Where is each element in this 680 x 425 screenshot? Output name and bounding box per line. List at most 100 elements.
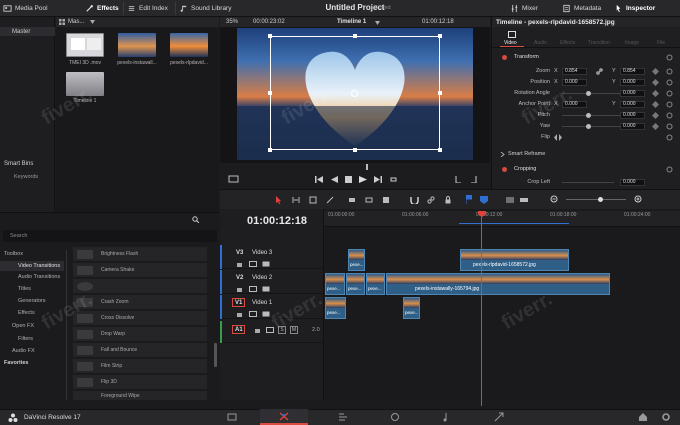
deliver-page-icon[interactable] [493, 411, 505, 423]
transform-handle[interactable] [353, 34, 357, 38]
auto-select-icon[interactable] [249, 311, 257, 317]
flag-icon[interactable] [466, 195, 472, 204]
chevron-down-icon[interactable] [90, 20, 95, 24]
track-visibility-icon[interactable] [262, 286, 270, 292]
loop-icon[interactable] [389, 175, 398, 184]
category-effects[interactable]: Effects [18, 310, 35, 316]
inspector-button[interactable]: Inspector [614, 2, 655, 15]
category-open-fx[interactable]: Open FX [12, 323, 34, 329]
timeline-timecode[interactable]: 01:00:12:18 [247, 215, 307, 227]
yaw-field[interactable]: 0.000 [620, 123, 645, 130]
scrollbar[interactable] [214, 343, 217, 367]
flip-horizontal-icon[interactable] [554, 134, 562, 141]
lock-icon[interactable] [236, 261, 243, 267]
fusion-page-icon[interactable] [389, 411, 401, 423]
video-frame[interactable] [237, 28, 473, 160]
media-clip[interactable]: TMEI 3D .mov [60, 33, 110, 67]
link-icon[interactable] [596, 68, 603, 75]
home-icon[interactable] [637, 411, 649, 423]
media-clip[interactable]: pexels-instawall... [112, 33, 162, 67]
enable-dot[interactable] [502, 55, 507, 60]
lock-icon[interactable] [254, 327, 261, 333]
transform-handle[interactable] [268, 148, 272, 152]
tab-image[interactable]: Image [622, 30, 646, 47]
lock-icon[interactable] [236, 311, 243, 317]
skip-to-start-icon[interactable] [315, 176, 323, 183]
keyframe-icon[interactable] [652, 101, 659, 108]
effect-item[interactable]: Drop Warp [73, 327, 207, 342]
playhead-line[interactable] [481, 216, 482, 406]
transform-handle[interactable] [353, 148, 357, 152]
track-name[interactable]: Video 2 [252, 275, 272, 281]
timeline-clip[interactable]: pexe... [403, 297, 420, 319]
position-y-field[interactable]: 0.000 [620, 79, 645, 86]
transform-handle[interactable] [438, 34, 442, 38]
timeline-clip[interactable]: pexe... [346, 273, 365, 295]
lock-icon[interactable] [236, 286, 243, 292]
position-lock-icon[interactable] [444, 196, 452, 204]
tab-audio[interactable]: Audio [530, 30, 554, 47]
timeline-clip[interactable]: pexe... [325, 297, 346, 319]
tab-video[interactable]: Video [500, 30, 524, 47]
timeline-view-icon[interactable] [506, 196, 514, 204]
link-icon[interactable] [427, 196, 435, 204]
keyframe-icon[interactable] [652, 79, 659, 86]
viewer-options-icon[interactable] [228, 175, 240, 183]
slider-knob[interactable] [586, 113, 591, 118]
reset-icon[interactable] [666, 54, 673, 61]
reset-icon[interactable] [666, 101, 673, 108]
playhead-handle[interactable] [478, 211, 486, 217]
transform-handle[interactable] [268, 34, 272, 38]
marker-icon[interactable] [480, 196, 488, 204]
blade-tool-icon[interactable] [326, 196, 334, 204]
media-pool-button[interactable]: Media Pool [3, 2, 48, 15]
timeline-track-area[interactable] [324, 209, 680, 400]
tab-effects[interactable]: Effects [558, 30, 582, 47]
selection-tool-icon[interactable] [275, 196, 283, 204]
track-visibility-icon[interactable] [262, 261, 270, 267]
zoom-out-icon[interactable] [550, 195, 559, 204]
settings-gear-icon[interactable] [660, 411, 672, 423]
rotation-field[interactable]: 0.000 [620, 90, 645, 97]
replace-clip-icon[interactable] [382, 196, 390, 204]
mixer-button[interactable]: Mixer [510, 2, 538, 15]
timeline-name[interactable]: Timeline 1 [337, 19, 366, 25]
effect-item[interactable]: Camera Shake [73, 263, 207, 278]
media-page-icon[interactable] [226, 411, 238, 423]
smart-reframe-section-header[interactable]: Smart Reframe [492, 149, 680, 160]
enable-dot[interactable] [502, 167, 507, 172]
effect-item[interactable] [73, 279, 207, 294]
zoom-to-fit-icon[interactable] [520, 196, 528, 204]
fairlight-page-icon[interactable] [441, 411, 453, 423]
timeline-clip[interactable]: pexels-instawally-165794.jpg [386, 273, 610, 295]
effect-item[interactable]: Brightness Flash [73, 247, 207, 262]
category-generators[interactable]: Generators [18, 298, 46, 304]
effect-item[interactable]: Fall and Bounce [73, 343, 207, 358]
stop-icon[interactable] [345, 176, 352, 183]
timeline-clip[interactable]: pexels-rlpdavid-1658572.jpg [460, 249, 569, 271]
transform-handle[interactable] [438, 148, 442, 152]
search-icon[interactable] [192, 216, 199, 223]
reset-icon[interactable] [666, 112, 673, 119]
keyframe-icon[interactable] [652, 112, 659, 119]
skip-to-end-icon[interactable] [374, 176, 382, 183]
auto-select-icon[interactable] [266, 327, 274, 333]
slider-knob[interactable] [598, 197, 603, 202]
snapping-icon[interactable] [410, 196, 419, 204]
scrubber-handle[interactable] [366, 164, 368, 170]
category-audio-fx[interactable]: Audio FX [12, 348, 35, 354]
reset-icon[interactable] [666, 123, 673, 130]
edit-index-button[interactable]: Edit Index [127, 2, 168, 15]
category-toolbox[interactable]: Toolbox [4, 251, 23, 257]
master-bin[interactable]: Master [0, 27, 55, 36]
category-filters[interactable]: Filters [18, 336, 33, 342]
reset-icon[interactable] [666, 166, 673, 173]
keyframe-icon[interactable] [652, 68, 659, 75]
keyframe-icon[interactable] [652, 90, 659, 97]
play-icon[interactable] [359, 176, 367, 183]
tab-file[interactable]: File [652, 30, 676, 47]
timeline-clip[interactable]: pexe... [348, 249, 365, 271]
media-clip[interactable]: pexels-rlpdavid... [164, 33, 214, 67]
transform-handle[interactable] [268, 91, 272, 95]
reset-icon[interactable] [666, 68, 673, 75]
